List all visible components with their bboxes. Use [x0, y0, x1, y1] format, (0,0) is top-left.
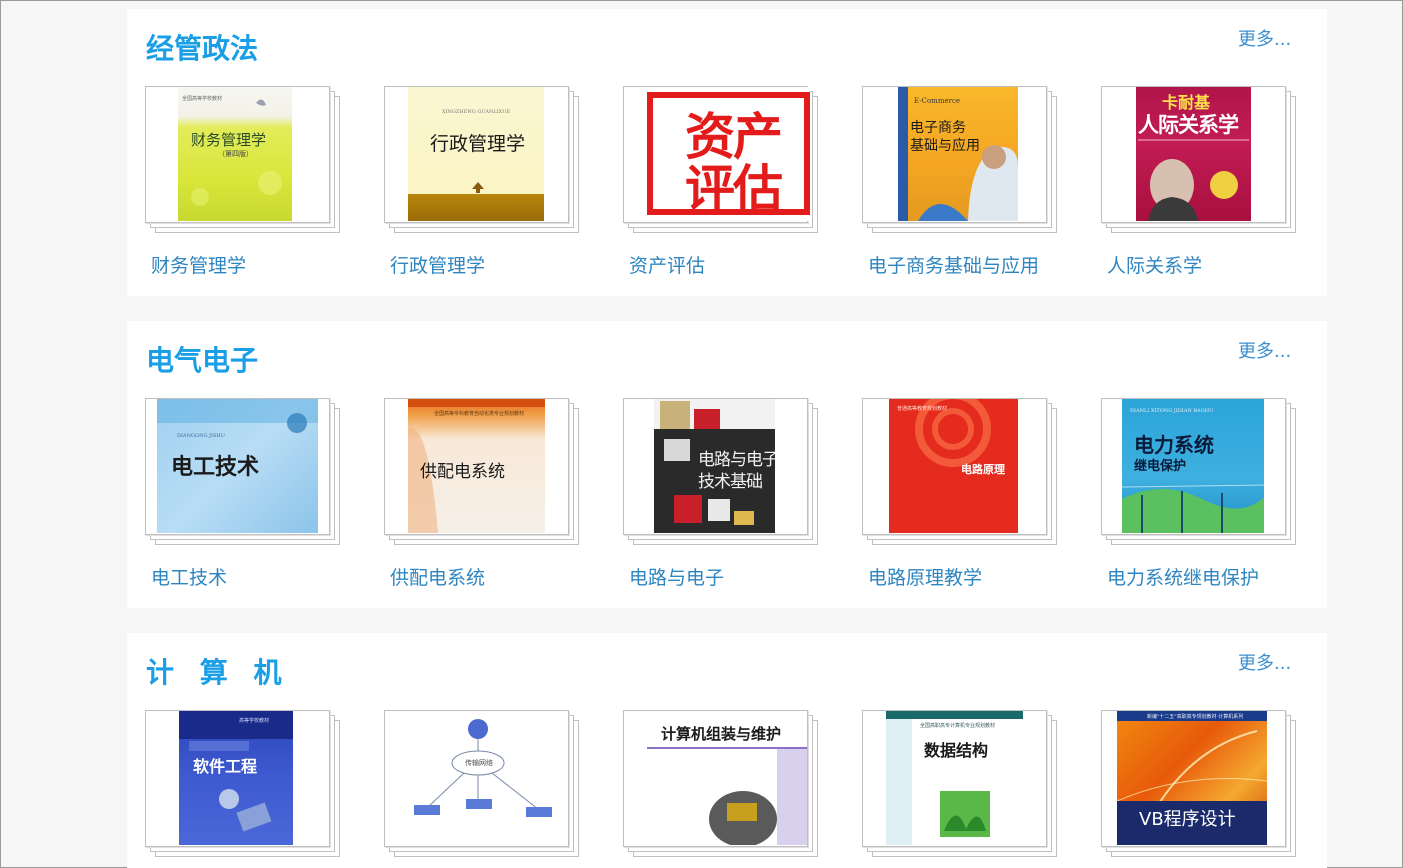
book-stack: 资产 评估: [623, 86, 823, 236]
cover-title: VB程序设计: [1139, 809, 1236, 830]
section-economics-law: 经管政法 更多... 全国高等学校教材 财务管理学 （第四版） 财务管理学 XI…: [127, 9, 1327, 296]
book-stack: E-Commerce 电子商务 基础与应用: [862, 86, 1062, 236]
cover-pinyin: DIANLI XITONG JIDIAN BAOHU: [1130, 408, 1214, 414]
cover-title: 传输网络: [465, 759, 493, 767]
book-title[interactable]: 电工技术: [151, 563, 227, 590]
book-card[interactable]: E-Commerce 电子商务 基础与应用 电子商务基础与应用: [862, 86, 1062, 286]
book-card[interactable]: DIANGONG JISHU 电工技术 电工技术: [145, 398, 345, 598]
book-stack: 新编"十二五"高职高专规划教材·计算机系列 VB程序设计: [1101, 710, 1301, 860]
book-card[interactable]: 电路与电子 技术基础 电路与电子: [623, 398, 823, 598]
book-cover: 普通高等教育规划教材 电路原理: [889, 399, 1018, 533]
book-cover: 全国高等专科教育自动化类专业规划教材 供配电系统: [408, 399, 545, 533]
book-card[interactable]: XINGZHENG GUANLIXUE 行政管理学 行政管理学: [384, 86, 584, 286]
book-stack: DIANLI XITONG JIDIAN BAOHU 电力系统 继电保护: [1101, 398, 1301, 548]
book-title[interactable]: 供配电系统: [390, 563, 485, 590]
book-cover: 资产 评估: [647, 87, 810, 221]
book-stack: 全国高职高专计算机专业规划教材 数据结构: [862, 710, 1062, 860]
book-stack: 卡耐基 人际关系学: [1101, 86, 1301, 236]
more-link[interactable]: 更多...: [1238, 25, 1291, 51]
book-card[interactable]: 资产 评估 资产评估: [623, 86, 823, 286]
more-link[interactable]: 更多...: [1238, 337, 1291, 363]
cover-title: 供配电系统: [420, 462, 505, 482]
section-title: 经管政法: [146, 32, 259, 65]
cover-title-line2: 基础与应用: [910, 138, 980, 154]
cover-pinyin: DIANGONG JISHU: [177, 433, 226, 439]
cover-title: 数据结构: [924, 741, 989, 760]
book-cover: 全国高等学校教材 财务管理学 （第四版）: [178, 87, 292, 221]
book-stack: 全国高等学校教材 财务管理学 （第四版）: [145, 86, 345, 236]
book-title[interactable]: 电力系统继电保护: [1107, 563, 1259, 590]
book-card[interactable]: 全国高等专科教育自动化类专业规划教材 供配电系统 供配电系统: [384, 398, 584, 598]
book-card[interactable]: 新编"十二五"高职高专规划教材·计算机系列 VB程序设计: [1101, 710, 1301, 868]
cover-title: 软件工程: [193, 757, 258, 776]
book-stack: 传输网络: [384, 710, 584, 860]
book-stack: 普通高等教育规划教材 电路原理: [862, 398, 1062, 548]
book-cover: 卡耐基 人际关系学: [1136, 87, 1251, 221]
book-cover: E-Commerce 电子商务 基础与应用: [898, 87, 1018, 221]
book-cover: 电路与电子 技术基础: [654, 399, 775, 533]
book-card[interactable]: 计算机组装与维护: [623, 710, 823, 868]
book-cover: XINGZHENG GUANLIXUE 行政管理学: [408, 87, 544, 221]
more-link[interactable]: 更多...: [1238, 649, 1291, 675]
cover-title-line2: 技术基础: [698, 472, 763, 492]
cover-en: E-Commerce: [914, 97, 961, 105]
book-cover: DIANGONG JISHU 电工技术: [157, 399, 318, 533]
section-title: 电气电子: [146, 344, 259, 377]
book-card[interactable]: 全国高职高专计算机专业规划教材 数据结构: [862, 710, 1062, 868]
section-computer: 计 算 机 更多... 高等学校教材 软件工程 传输网络 计算机组装与维护 全国…: [127, 633, 1327, 868]
book-card[interactable]: DIANLI XITONG JIDIAN BAOHU 电力系统 继电保护 电力系…: [1101, 398, 1301, 598]
book-title[interactable]: 资产评估: [629, 251, 705, 278]
cover-title: 电工技术: [171, 455, 260, 480]
cover-subtitle: （第四版）: [218, 150, 253, 158]
book-cover: DIANLI XITONG JIDIAN BAOHU 电力系统 继电保护: [1122, 399, 1264, 533]
book-title[interactable]: 电子商务基础与应用: [868, 251, 1039, 278]
book-cover: 传输网络: [398, 711, 558, 845]
book-stack: 高等学校教材 软件工程: [145, 710, 345, 860]
cover-title: 计算机组装与维护: [661, 725, 782, 743]
book-title[interactable]: 电路与电子: [629, 563, 724, 590]
book-cover: 新编"十二五"高职高专规划教材·计算机系列 VB程序设计: [1117, 711, 1267, 845]
book-card[interactable]: 高等学校教材 软件工程: [145, 710, 345, 868]
cover-title-line2: 继电保护: [1134, 459, 1187, 474]
book-card[interactable]: 传输网络: [384, 710, 584, 868]
book-stack: DIANGONG JISHU 电工技术: [145, 398, 345, 548]
book-stack: 全国高等专科教育自动化类专业规划教材 供配电系统: [384, 398, 584, 548]
book-cover: 高等学校教材 软件工程: [179, 711, 293, 845]
book-cover: 计算机组装与维护: [647, 711, 807, 845]
book-title[interactable]: 人际关系学: [1107, 251, 1202, 278]
book-card[interactable]: 普通高等教育规划教材 电路原理 电路原理教学: [862, 398, 1062, 598]
cover-title-line2: 评估: [685, 160, 783, 218]
book-stack: XINGZHENG GUANLIXUE 行政管理学: [384, 86, 584, 236]
cover-title: 电路原理: [961, 463, 1005, 476]
book-title[interactable]: 电路原理教学: [868, 563, 982, 590]
cover-title-line1: 电子商务: [910, 120, 966, 136]
book-cover: 全国高职高专计算机专业规划教材 数据结构: [886, 711, 1023, 845]
book-title[interactable]: 行政管理学: [390, 251, 485, 278]
book-card[interactable]: 全国高等学校教材 财务管理学 （第四版） 财务管理学: [145, 86, 345, 286]
book-stack: 电路与电子 技术基础: [623, 398, 823, 548]
book-card[interactable]: 卡耐基 人际关系学 人际关系学: [1101, 86, 1301, 286]
section-electrical-electronics: 电气电子 更多... DIANGONG JISHU 电工技术 电工技术 全国高等…: [127, 321, 1327, 608]
book-stack: 计算机组装与维护: [623, 710, 823, 860]
book-title[interactable]: 财务管理学: [151, 251, 246, 278]
cover-title-line1: 电力系统: [1134, 433, 1214, 457]
cover-title: 财务管理学: [191, 131, 267, 149]
section-title: 计 算 机: [146, 656, 290, 689]
